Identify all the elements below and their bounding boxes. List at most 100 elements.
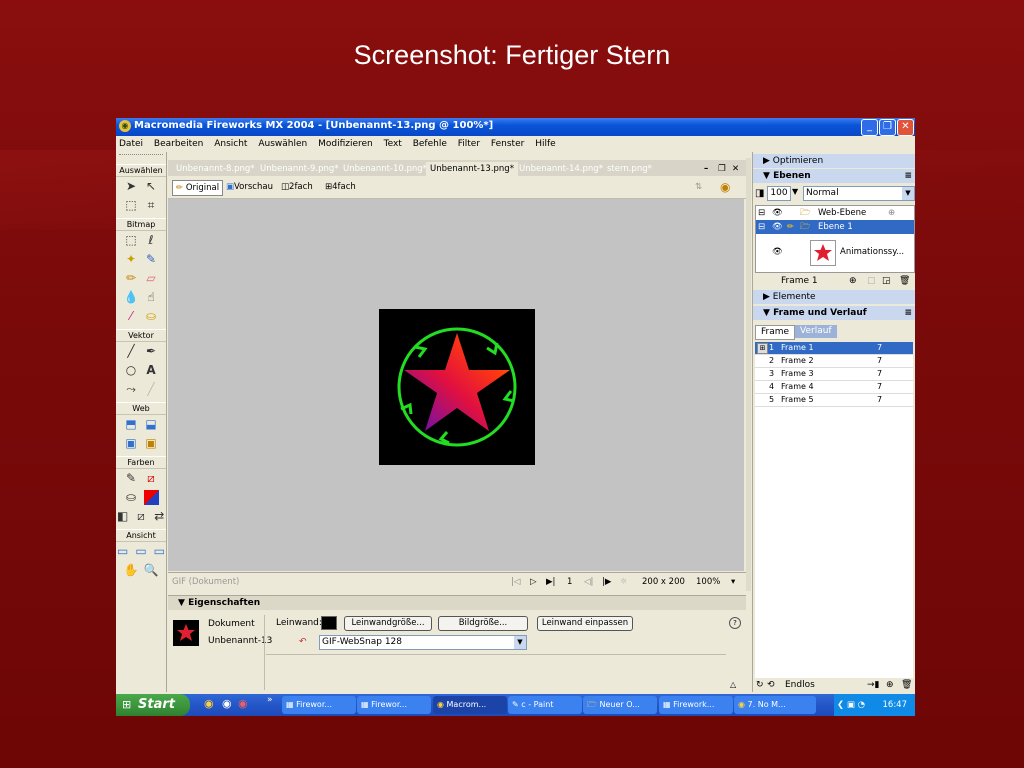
next-frame-icon[interactable]: |▶ xyxy=(602,576,611,588)
opacity-field[interactable]: 100 xyxy=(767,186,791,201)
menu-modifizieren[interactable]: Modifizieren xyxy=(318,136,373,152)
tab-stern[interactable]: stern.png* xyxy=(607,162,652,176)
frame-row[interactable]: ⊞ 1 Frame 1 7 xyxy=(755,342,913,355)
more-chevron-icon[interactable]: » xyxy=(267,695,273,705)
layer-row-web[interactable]: ⊟ 👁 🗁 Web-Ebene ⊕ xyxy=(756,206,914,220)
distribute-to-frames-icon[interactable]: →▮ xyxy=(867,678,880,692)
hotspot-tool-icon[interactable]: ⬒ xyxy=(124,417,139,432)
trash-icon[interactable]: 🗑 xyxy=(901,678,912,692)
collapse-icon[interactable]: ⊟ xyxy=(758,220,765,234)
full-screen-menu-icon[interactable]: ▭ xyxy=(134,544,147,559)
menu-fenster[interactable]: Fenster xyxy=(491,136,524,152)
zoom-level[interactable]: 100% xyxy=(696,576,720,588)
eraser-tool-icon[interactable]: ▱ xyxy=(144,271,159,286)
magic-wand-icon[interactable]: ✦ xyxy=(124,252,139,267)
view-2up-button[interactable]: ◫2fach xyxy=(281,180,313,194)
loop-icon[interactable]: ⟲ xyxy=(767,678,775,692)
image-size-button[interactable]: Bildgröße... xyxy=(438,616,528,631)
swap-colors-icon[interactable]: ⇄ xyxy=(153,509,166,524)
onion-skin-toggle-icon[interactable]: ↻ xyxy=(756,678,764,692)
pointer-tool-icon[interactable]: ➤ xyxy=(124,179,139,194)
menu-hilfe[interactable]: Hilfe xyxy=(535,136,555,152)
marquee-tool-icon[interactable]: ⬚ xyxy=(124,233,139,248)
layer-row-ebene-1[interactable]: ⊟ 👁 ✏ 🗁 Ebene 1 xyxy=(756,220,914,234)
last-frame-icon[interactable]: ▶| xyxy=(546,576,555,588)
scale-tool-icon[interactable]: ⬚ xyxy=(124,198,139,213)
tab-unbenannt-10[interactable]: Unbenannt-10.png* xyxy=(343,162,427,176)
view-preview-button[interactable]: ▣Vorschau xyxy=(226,180,273,194)
loop-setting[interactable]: Endlos xyxy=(785,678,815,692)
menu-datei[interactable]: Datei xyxy=(119,136,143,152)
tab-unbenannt-13[interactable]: Unbenannt-13.png* xyxy=(426,162,518,176)
gear-icon[interactable]: ☼ xyxy=(620,576,628,588)
doc-minimize-icon[interactable]: – xyxy=(704,162,708,176)
slice-tool-icon[interactable]: ⬓ xyxy=(144,417,159,432)
doc-restore-icon[interactable]: ❐ xyxy=(718,162,726,176)
trash-icon[interactable]: 🗑 xyxy=(899,274,910,288)
taskbar-item[interactable]: ✎ c - Paint xyxy=(508,696,582,714)
freeform-tool-icon[interactable]: ⤳ xyxy=(124,382,139,397)
help-icon[interactable]: ? xyxy=(729,617,741,629)
stroke-color-icon[interactable]: ✎ xyxy=(124,471,139,486)
lasso-tool-icon[interactable]: ℓ xyxy=(144,233,159,248)
paint-bucket-icon[interactable]: ⛀ xyxy=(144,309,159,324)
panel-menu-icon[interactable]: ≡ xyxy=(904,169,912,183)
lock-icon[interactable]: ⊕ xyxy=(888,206,895,220)
panel-menu-icon[interactable]: ≡ xyxy=(904,306,912,320)
new-frame-icon[interactable]: ⊕ xyxy=(886,678,894,692)
dither-icon[interactable]: ⇅ xyxy=(695,180,702,194)
show-slices-icon[interactable]: ▣ xyxy=(144,436,159,451)
taskbar-item[interactable]: 🗁 Neuer O... xyxy=(583,696,657,714)
crop-tool-icon[interactable]: ⌗ xyxy=(144,198,159,213)
minimize-button[interactable]: _ xyxy=(861,119,878,136)
menu-ansicht[interactable]: Ansicht xyxy=(214,136,247,152)
prev-frame-icon[interactable]: ◁| xyxy=(584,576,593,588)
line-tool-icon[interactable]: ╱ xyxy=(124,344,139,359)
duplicate-icon[interactable]: ◲ xyxy=(882,274,891,288)
new-layer-icon[interactable]: ⊕ xyxy=(849,274,857,288)
properties-header[interactable]: ▼ Eigenschaften xyxy=(168,596,746,610)
menu-bearbeiten[interactable]: Bearbeiten xyxy=(154,136,203,152)
elements-panel-header[interactable]: ▶ Elemente xyxy=(753,290,915,304)
new-bitmap-icon[interactable]: ▢ xyxy=(867,274,876,288)
taskbar-item-active[interactable]: ◉ Macrom... xyxy=(433,696,507,714)
expand-properties-icon[interactable]: △ xyxy=(730,680,736,689)
fit-canvas-button[interactable]: Leinwand einpassen xyxy=(537,616,633,631)
menu-befehle[interactable]: Befehle xyxy=(413,136,447,152)
tab-history[interactable]: Verlauf xyxy=(795,325,837,338)
pencil-tool-icon[interactable]: ✏ xyxy=(124,271,139,286)
tools-grip[interactable] xyxy=(119,154,163,161)
first-frame-icon[interactable]: |◁ xyxy=(511,576,520,588)
palette-select[interactable]: GIF-WebSnap 128 ▼ xyxy=(319,635,527,650)
view-original-button[interactable]: ✏ Original xyxy=(172,180,224,196)
eye-icon[interactable]: 👁 xyxy=(772,220,783,234)
no-stroke-icon[interactable]: ⧄ xyxy=(144,471,159,486)
opacity-dropdown-icon[interactable]: ▼ xyxy=(792,187,798,196)
title-bar[interactable]: ◉ Macromedia Fireworks MX 2004 - [Unbena… xyxy=(116,118,915,136)
tab-unbenannt-14[interactable]: Unbenannt-14.png* xyxy=(519,162,603,176)
panel-splitter[interactable] xyxy=(746,158,751,591)
onion-skin-icon[interactable]: ⊞ xyxy=(757,343,768,354)
hand-tool-icon[interactable]: ✋ xyxy=(124,563,139,578)
quick-export-icon[interactable]: ◉ xyxy=(720,180,730,194)
pen-tool-icon[interactable]: ✒ xyxy=(144,344,159,359)
view-4up-button[interactable]: ⊞4fach xyxy=(325,180,356,194)
play-icon[interactable]: ▷ xyxy=(530,576,537,588)
frame-row[interactable]: 3 Frame 3 7 xyxy=(755,368,913,381)
no-color-icon[interactable]: ⧄ xyxy=(134,509,147,524)
frame-row[interactable]: 4 Frame 4 7 xyxy=(755,381,913,394)
fill-bucket-icon[interactable]: ⛀ xyxy=(124,490,139,505)
smudge-tool-icon[interactable]: ☝ xyxy=(144,290,159,305)
frame-row[interactable]: 2 Frame 2 7 xyxy=(755,355,913,368)
blur-tool-icon[interactable]: 💧 xyxy=(124,290,139,305)
eye-icon[interactable]: 👁 xyxy=(772,206,783,220)
close-button[interactable]: ✕ xyxy=(897,119,914,136)
menu-filter[interactable]: Filter xyxy=(458,136,480,152)
canvas-color-swatch[interactable] xyxy=(321,616,337,630)
taskbar-item[interactable]: ▦ Firework... xyxy=(659,696,733,714)
text-tool-icon[interactable]: A xyxy=(144,363,159,378)
zoom-tool-icon[interactable]: 🔍 xyxy=(144,563,159,578)
standard-screen-icon[interactable]: ▭ xyxy=(116,544,129,559)
tab-unbenannt-9[interactable]: Unbenannt-9.png* xyxy=(260,162,339,176)
taskbar-item[interactable]: ◉ 7. No M... xyxy=(734,696,816,714)
